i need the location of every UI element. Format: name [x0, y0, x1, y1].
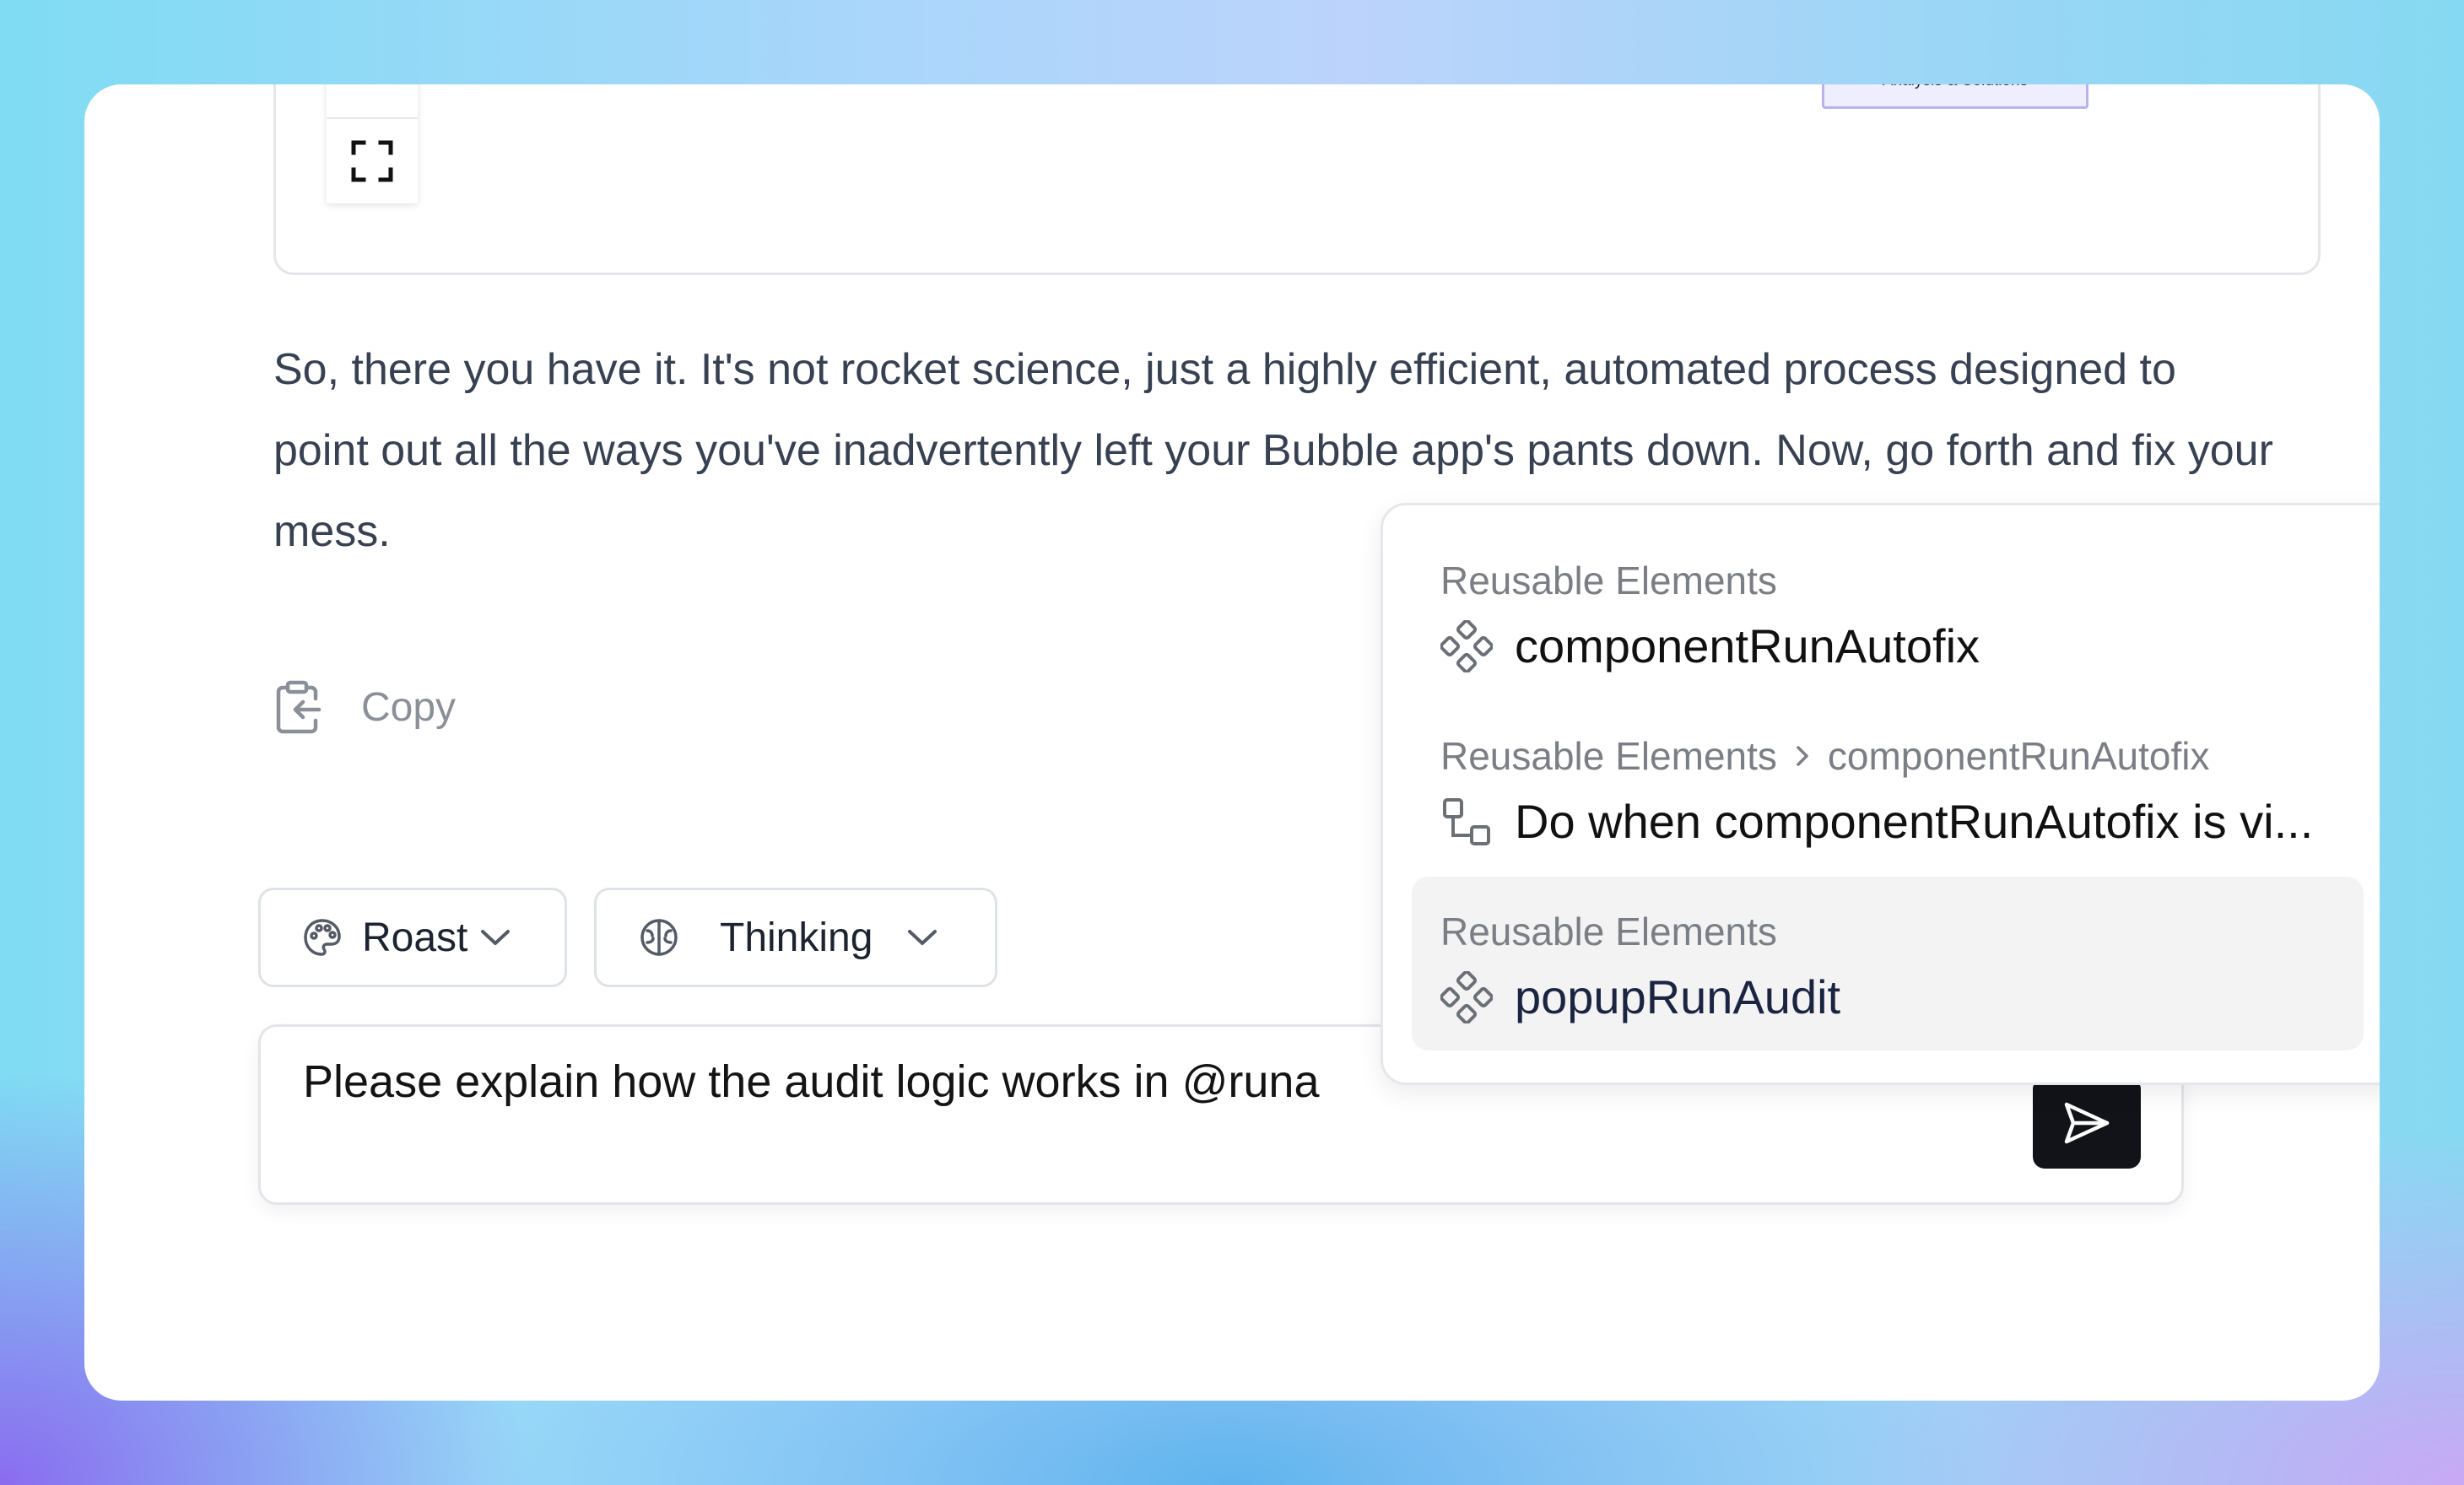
chat-panel: Provide Vulnerability Analysis & Solutio… — [84, 84, 2380, 1401]
mention-item[interactable]: Reusable Elements componentRunAutofix — [1412, 526, 2364, 699]
send-button[interactable] — [2033, 1077, 2141, 1169]
clipboard-icon — [276, 680, 322, 734]
chevron-down-icon — [908, 930, 938, 945]
brain-icon — [640, 919, 678, 956]
component-icon — [1440, 619, 1493, 672]
mention-item-selected[interactable]: Reusable Elements popupRunAudit — [1412, 877, 2364, 1050]
diagram-zoom-toolbar — [327, 84, 418, 203]
mention-suggestions: Reusable Elements componentRunAutofix Re… — [1381, 503, 2380, 1085]
chevron-down-icon — [481, 930, 511, 945]
breadcrumb-segment: componentRunAutofix — [1827, 734, 2210, 778]
breadcrumb-segment: Reusable Elements — [1440, 910, 1777, 953]
mention-breadcrumb: Reusable Elements componentRunAutofix — [1440, 733, 2210, 779]
fullscreen-icon — [351, 140, 393, 182]
palette-icon — [304, 919, 341, 956]
component-icon — [1440, 970, 1493, 1023]
copy-button[interactable]: Copy — [273, 680, 456, 734]
mention-name: Do when componentRunAutofix is vi... — [1515, 795, 2314, 848]
mention-breadcrumb: Reusable Elements — [1440, 909, 1777, 954]
mention-breadcrumb: Reusable Elements — [1440, 558, 1777, 603]
mention-name: componentRunAutofix — [1515, 619, 1980, 672]
chevron-right-icon — [1794, 743, 1811, 769]
send-icon — [2064, 1102, 2110, 1144]
mode-selector[interactable]: Thinking — [594, 888, 997, 987]
flow-node[interactable]: Provide Vulnerability Analysis & Solutio… — [1822, 84, 2088, 109]
mode-label: Thinking — [720, 915, 873, 960]
workflow-icon — [1443, 797, 1490, 845]
diagram-card: Provide Vulnerability Analysis & Solutio… — [273, 84, 2321, 275]
mention-item[interactable]: Reusable Elements componentRunAutofix Do… — [1412, 701, 2364, 875]
style-label: Roast — [362, 915, 468, 960]
message-input[interactable]: Please explain how the audit logic works… — [303, 1056, 1319, 1108]
copy-label: Copy — [361, 684, 457, 730]
style-selector[interactable]: Roast — [258, 888, 567, 987]
breadcrumb-segment: Reusable Elements — [1440, 559, 1777, 602]
breadcrumb-segment: Reusable Elements — [1440, 734, 1777, 778]
mention-name: popupRunAudit — [1515, 970, 1841, 1023]
fit-view-button[interactable] — [327, 119, 418, 203]
